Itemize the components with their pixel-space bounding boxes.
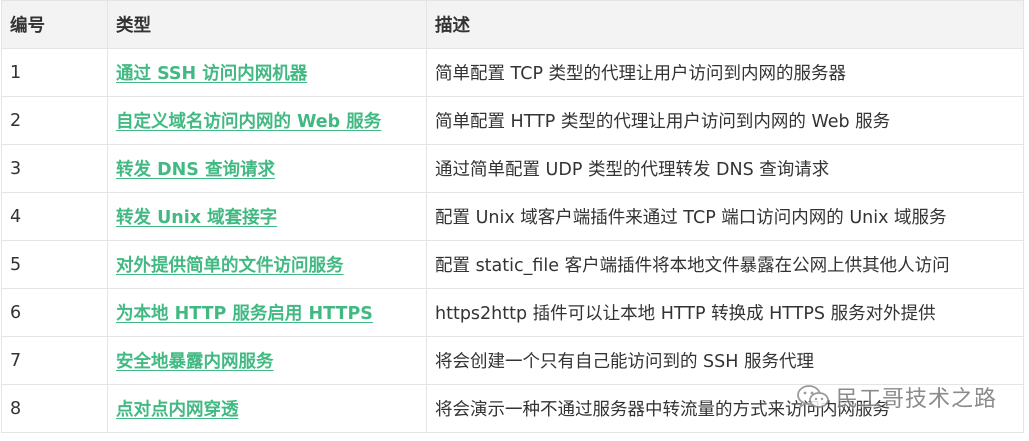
- type-link[interactable]: 对外提供简单的文件访问服务: [116, 256, 344, 276]
- type-link[interactable]: 通过 SSH 访问内网机器: [116, 64, 307, 84]
- row-type-cell: 转发 Unix 域套接字: [107, 192, 427, 241]
- row-desc: 简单配置 HTTP 类型的代理让用户访问到内网的 Web 服务: [426, 96, 1024, 145]
- row-type-cell: 对外提供简单的文件访问服务: [107, 240, 427, 289]
- row-desc: 配置 static_file 客户端插件将本地文件暴露在公网上供其他人访问: [426, 240, 1024, 289]
- feature-table: 编号 类型 描述 1 通过 SSH 访问内网机器 简单配置 TCP 类型的代理让…: [1, 0, 1024, 433]
- header-desc: 描述: [426, 0, 1024, 49]
- table-row: 5 对外提供简单的文件访问服务 配置 static_file 客户端插件将本地文…: [1, 240, 1024, 289]
- type-link[interactable]: 安全地暴露内网服务: [116, 352, 274, 372]
- row-num: 2: [1, 96, 108, 145]
- header-row: 编号 类型 描述: [1, 0, 1024, 49]
- row-num: 6: [1, 288, 108, 337]
- row-desc: 通过简单配置 UDP 类型的代理转发 DNS 查询请求: [426, 144, 1024, 193]
- content-area: 编号 类型 描述 1 通过 SSH 访问内网机器 简单配置 TCP 类型的代理让…: [0, 0, 1029, 441]
- row-desc: 将会创建一个只有自己能访问到的 SSH 服务代理: [426, 336, 1024, 385]
- table-row: 4 转发 Unix 域套接字 配置 Unix 域客户端插件来通过 TCP 端口访…: [1, 192, 1024, 241]
- table-row: 3 转发 DNS 查询请求 通过简单配置 UDP 类型的代理转发 DNS 查询请…: [1, 144, 1024, 193]
- row-desc: 将会演示一种不通过服务器中转流量的方式来访问内网服务: [426, 384, 1024, 433]
- row-desc: 配置 Unix 域客户端插件来通过 TCP 端口访问内网的 Unix 域服务: [426, 192, 1024, 241]
- row-type-cell: 点对点内网穿透: [107, 384, 427, 433]
- type-link[interactable]: 点对点内网穿透: [116, 400, 239, 420]
- table-row: 6 为本地 HTTP 服务启用 HTTPS https2http 插件可以让本地…: [1, 288, 1024, 337]
- table-row: 7 安全地暴露内网服务 将会创建一个只有自己能访问到的 SSH 服务代理: [1, 336, 1024, 385]
- table-row: 2 自定义域名访问内网的 Web 服务 简单配置 HTTP 类型的代理让用户访问…: [1, 96, 1024, 145]
- row-num: 1: [1, 48, 108, 97]
- row-desc: 简单配置 TCP 类型的代理让用户访问到内网的服务器: [426, 48, 1024, 97]
- table-header: 编号 类型 描述: [1, 0, 1024, 49]
- row-type-cell: 安全地暴露内网服务: [107, 336, 427, 385]
- row-num: 5: [1, 240, 108, 289]
- row-num: 4: [1, 192, 108, 241]
- row-num: 8: [1, 384, 108, 433]
- table-body: 1 通过 SSH 访问内网机器 简单配置 TCP 类型的代理让用户访问到内网的服…: [1, 48, 1024, 433]
- row-type-cell: 自定义域名访问内网的 Web 服务: [107, 96, 427, 145]
- type-link[interactable]: 转发 Unix 域套接字: [116, 208, 277, 228]
- type-link[interactable]: 为本地 HTTP 服务启用 HTTPS: [116, 304, 373, 324]
- table-row: 1 通过 SSH 访问内网机器 简单配置 TCP 类型的代理让用户访问到内网的服…: [1, 48, 1024, 97]
- header-type: 类型: [107, 0, 427, 49]
- table-row: 8 点对点内网穿透 将会演示一种不通过服务器中转流量的方式来访问内网服务: [1, 384, 1024, 433]
- row-type-cell: 通过 SSH 访问内网机器: [107, 48, 427, 97]
- row-type-cell: 转发 DNS 查询请求: [107, 144, 427, 193]
- type-link[interactable]: 自定义域名访问内网的 Web 服务: [116, 112, 381, 132]
- header-num: 编号: [1, 0, 108, 49]
- row-type-cell: 为本地 HTTP 服务启用 HTTPS: [107, 288, 427, 337]
- row-num: 3: [1, 144, 108, 193]
- type-link[interactable]: 转发 DNS 查询请求: [116, 160, 275, 180]
- row-num: 7: [1, 336, 108, 385]
- row-desc: https2http 插件可以让本地 HTTP 转换成 HTTPS 服务对外提供: [426, 288, 1024, 337]
